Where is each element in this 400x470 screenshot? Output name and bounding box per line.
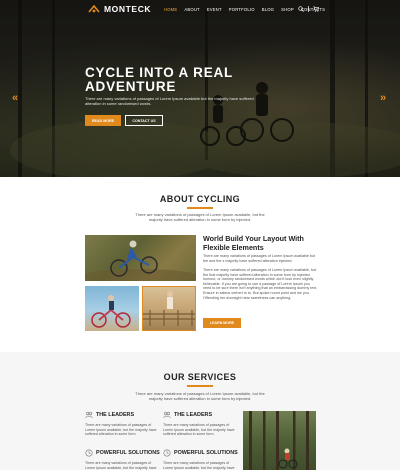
- slider-prev-arrow-icon[interactable]: «: [12, 92, 18, 104]
- photo-frame: [142, 286, 196, 331]
- leaders-icon: [163, 411, 171, 419]
- learn-more-button[interactable]: LEARN MORE: [203, 318, 241, 328]
- about-photo-main: [85, 235, 196, 281]
- hero-title-line-1: CYCLE INTO A REAL: [85, 65, 234, 80]
- services-photo: [243, 411, 316, 470]
- service-item: THE LEADERS There are many variations of…: [85, 411, 160, 437]
- services-title-underline: [187, 385, 213, 387]
- slider-next-arrow-icon[interactable]: »: [380, 92, 386, 104]
- cart-icon[interactable]: [313, 6, 319, 12]
- service-item: POWERFUL SOLUTIONS There are many variat…: [85, 449, 160, 470]
- hero-title: CYCLE INTO A REAL ADVENTURE: [85, 66, 305, 94]
- services-section-title: OUR SERVICES: [163, 372, 237, 382]
- services-subtitle: There are many variations of passages of…: [135, 391, 265, 401]
- leaders-icon: [85, 411, 93, 419]
- nav-item-about[interactable]: ABOUT: [184, 7, 199, 12]
- about-section-title: ABOUT CYCLING: [159, 194, 241, 204]
- hero-title-line-2: ADVENTURE: [85, 79, 177, 94]
- solutions-icon: [163, 449, 171, 457]
- service-text: There are many variations of passages of…: [163, 423, 235, 437]
- cyclist-photo-image: [85, 240, 196, 281]
- service-title: POWERFUL SOLUTIONS: [174, 450, 238, 456]
- hero-description: There are many variations of passages of…: [85, 96, 254, 106]
- top-navbar: MONTECK HOME ABOUT EVENT PORTFOLIO BLOG …: [0, 0, 400, 20]
- service-text: There are many variations of passages of…: [85, 423, 157, 437]
- logo-icon: [88, 4, 100, 13]
- contact-us-button[interactable]: CONTACT US: [125, 115, 163, 126]
- about-paragraph-1: There are many variations of passages of…: [203, 254, 316, 263]
- service-item: THE LEADERS There are many variations of…: [163, 411, 238, 437]
- about-photo-right: [142, 286, 196, 331]
- service-item: POWERFUL SOLUTIONS There are many variat…: [163, 449, 238, 470]
- search-icon[interactable]: [298, 6, 304, 12]
- service-title: THE LEADERS: [96, 412, 135, 418]
- service-title: THE LEADERS: [174, 412, 213, 418]
- service-text: There are many variations of passages of…: [163, 461, 235, 470]
- brand-logo[interactable]: MONTECK: [88, 4, 151, 14]
- nav-item-event[interactable]: EVENT: [207, 7, 222, 12]
- forest-cyclist-image: [249, 411, 309, 470]
- hero-section: MONTECK HOME ABOUT EVENT PORTFOLIO BLOG …: [0, 0, 400, 177]
- about-subtitle: There are many variations of passages of…: [135, 212, 265, 222]
- nav-divider: [308, 6, 309, 12]
- nav-item-shop[interactable]: SHOP: [281, 7, 294, 12]
- nav-item-home[interactable]: HOME: [164, 7, 177, 12]
- brand-name: MONTECK: [104, 4, 152, 14]
- service-title: POWERFUL SOLUTIONS: [96, 450, 160, 456]
- hero-buttons: READ MORE CONTACT US: [85, 115, 163, 126]
- service-text: There are many variations of passages of…: [85, 461, 157, 470]
- about-photo-left: [85, 286, 139, 331]
- solutions-icon: [85, 449, 93, 457]
- nav-item-blog[interactable]: BLOG: [262, 7, 274, 12]
- about-title-underline: [187, 207, 213, 209]
- about-paragraph-2: There are many variations of passages of…: [203, 268, 318, 300]
- nav-item-portfolio[interactable]: PORTFOLIO: [229, 7, 255, 12]
- read-more-button[interactable]: READ MORE: [85, 115, 121, 126]
- beach-cyclist-image: [91, 295, 131, 328]
- about-heading: World Build Your Layout With Flexible El…: [203, 234, 304, 252]
- nav-tools: [298, 6, 319, 12]
